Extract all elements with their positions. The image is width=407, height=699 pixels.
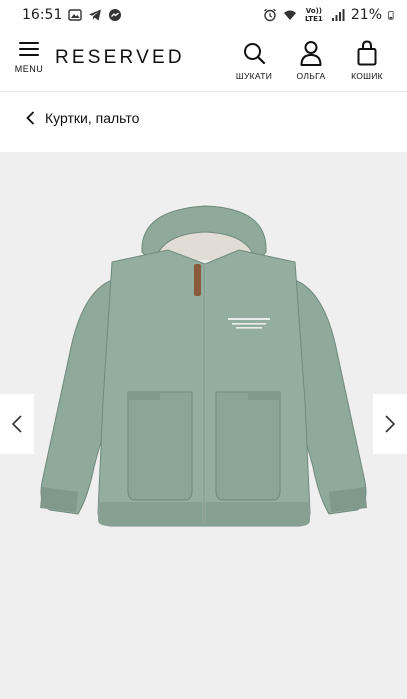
chevron-left-icon: [26, 111, 35, 125]
breadcrumb-back-link[interactable]: Куртки, пальто: [26, 108, 139, 128]
account-button[interactable]: ОЛЬГА: [283, 40, 339, 81]
search-button[interactable]: ШУКАТИ: [226, 40, 282, 81]
gallery-prev-button[interactable]: [0, 394, 34, 454]
cart-label: КОШИК: [351, 71, 383, 81]
signal-icon: [331, 9, 345, 21]
gallery-notification-icon: [68, 9, 83, 21]
search-icon: [244, 43, 266, 65]
status-bar: 16:51 Vo)) LTE1 21%: [0, 0, 407, 30]
gallery-next-button[interactable]: [373, 394, 407, 454]
hamburger-icon: [19, 42, 39, 57]
alarm-icon: [263, 8, 276, 22]
messenger-notification-icon: [109, 9, 122, 21]
battery-percent: 21%: [350, 7, 382, 23]
menu-button[interactable]: MENU: [12, 42, 46, 82]
status-right: Vo)) LTE1 21%: [263, 7, 397, 23]
cart-button[interactable]: КОШИК: [339, 40, 395, 81]
telegram-notification-icon: [89, 9, 102, 21]
breadcrumb-label: Куртки, пальто: [45, 110, 140, 126]
status-time: 16:51: [22, 7, 63, 23]
network-type: Vo)) LTE1: [305, 7, 323, 23]
chevron-right-icon: [385, 415, 396, 433]
product-image: [40, 205, 367, 527]
product-gallery[interactable]: [0, 152, 407, 699]
user-icon: [300, 41, 322, 66]
wifi-icon: [283, 10, 296, 20]
status-left: 16:51: [22, 7, 122, 23]
battery-icon: [388, 11, 394, 20]
chevron-left-icon: [11, 415, 22, 433]
brand-logo[interactable]: RESERVED: [55, 47, 185, 69]
account-label: ОЛЬГА: [296, 71, 326, 81]
menu-label: MENU: [14, 64, 44, 74]
shopping-bag-icon: [357, 40, 377, 66]
search-label: ШУКАТИ: [235, 71, 273, 81]
site-header: MENU RESERVED ШУКАТИ ОЛЬГА КОШИК: [0, 30, 407, 92]
